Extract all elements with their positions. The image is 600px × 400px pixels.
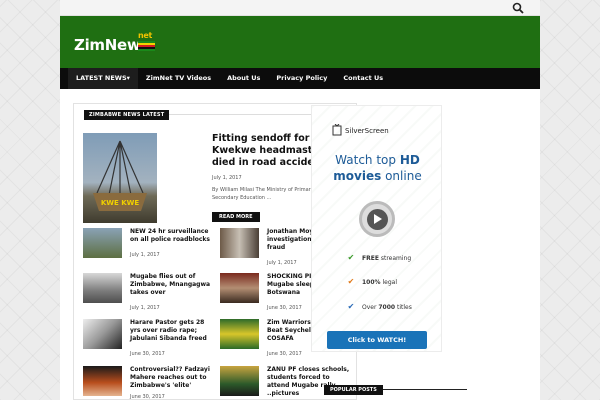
- popular-posts-title: POPULAR POSTS: [324, 385, 383, 395]
- play-button-icon[interactable]: [359, 201, 395, 237]
- nav-privacy[interactable]: Privacy Policy: [268, 68, 335, 89]
- ad-feature-text: streaming: [380, 254, 412, 262]
- ad-feature-text: legal: [382, 278, 397, 286]
- ad-headline-hd: HD: [399, 153, 420, 167]
- ad-feature: ✔ FREE streaming: [346, 253, 412, 263]
- post-thumbnail[interactable]: [83, 319, 122, 349]
- post-date: June 30, 2017: [267, 305, 302, 311]
- featured-date: July 1, 2017: [212, 175, 242, 181]
- post-title[interactable]: Mugabe flies out of Zimbabwe, Mnangagwa …: [130, 273, 215, 297]
- nav-zimnet-tv[interactable]: ZimNet TV Videos: [138, 68, 219, 89]
- post-thumbnail[interactable]: [220, 273, 259, 303]
- post-date: June 30, 2017: [130, 351, 165, 357]
- ad-headline: Watch top HD movies online: [312, 152, 441, 184]
- list-item[interactable]: Mugabe flies out of Zimbabwe, Mnangagwa …: [83, 273, 213, 313]
- ad-feature-text: titles: [396, 303, 412, 311]
- post-date: June 30, 2017: [267, 351, 302, 357]
- post-thumbnail[interactable]: [83, 273, 122, 303]
- check-icon: ✔: [347, 253, 355, 262]
- post-thumbnail[interactable]: [220, 319, 259, 349]
- check-icon: ✔: [347, 277, 355, 286]
- post-title[interactable]: NEW 24 hr surveillance on all police roa…: [130, 228, 215, 244]
- post-thumbnail[interactable]: [83, 366, 122, 396]
- post-title[interactable]: Harare Pastor gets 28 yrs over radio rap…: [130, 319, 215, 343]
- main-nav: LATEST NEWS▾ ZimNet TV Videos About Us P…: [60, 68, 540, 89]
- post-title[interactable]: Controversial?? Fadzayi Mahere reaches o…: [130, 366, 215, 390]
- post-date: July 1, 2017: [130, 252, 160, 258]
- kwekwe-sign: KWE KWE: [101, 199, 140, 207]
- list-item[interactable]: Controversial?? Fadzayi Mahere reaches o…: [83, 366, 213, 400]
- ad-headline-1: Watch top: [335, 153, 396, 167]
- ad-headline-3: online: [385, 169, 422, 183]
- ad-brand: SilverScreen: [345, 127, 389, 135]
- ad-feature: ✔ Over 7000 titles: [346, 302, 412, 312]
- top-bar: [60, 0, 540, 16]
- nav-latest-news[interactable]: LATEST NEWS▾: [68, 68, 138, 89]
- ad-feature-bold: FREE: [362, 254, 379, 262]
- post-thumbnail[interactable]: [83, 228, 122, 258]
- ad-feature: ✔ 100% legal: [346, 277, 397, 287]
- logo-net: net: [138, 31, 153, 40]
- post-thumbnail[interactable]: [220, 228, 259, 258]
- post-date: July 1, 2017: [130, 305, 160, 311]
- ad-feature-bold: 100%: [362, 278, 381, 286]
- zimbabwe-flag-icon: [138, 41, 155, 51]
- site-logo[interactable]: ZimNews net: [74, 31, 155, 54]
- silverscreen-logo-icon: [332, 124, 342, 136]
- ad-feature-bold: 7000: [378, 303, 396, 311]
- ad-feature-pre: Over: [362, 303, 377, 311]
- section-title: ZIMBABWE NEWS LATEST: [84, 110, 170, 120]
- nav-contact[interactable]: Contact Us: [335, 68, 391, 89]
- nav-about[interactable]: About Us: [219, 68, 268, 89]
- silverscreen-ad[interactable]: SilverScreen Watch top HD movies online …: [311, 105, 442, 352]
- watch-cta-button[interactable]: Click to WATCH!: [327, 331, 427, 349]
- kwekwe-monument-image: KWE KWE: [93, 140, 147, 211]
- featured-image[interactable]: KWE KWE: [83, 133, 157, 223]
- search-icon[interactable]: [512, 2, 524, 14]
- post-date: June 30, 2017: [130, 394, 165, 400]
- list-item[interactable]: Harare Pastor gets 28 yrs over radio rap…: [83, 319, 213, 359]
- site-header: ZimNews net: [60, 16, 540, 68]
- check-icon: ✔: [347, 302, 355, 311]
- list-item[interactable]: NEW 24 hr surveillance on all police roa…: [83, 228, 213, 268]
- ad-headline-2: movies: [333, 169, 382, 183]
- post-date: July 1, 2017: [267, 260, 297, 266]
- post-thumbnail[interactable]: [220, 366, 259, 396]
- read-more-button[interactable]: READ MORE: [212, 212, 260, 222]
